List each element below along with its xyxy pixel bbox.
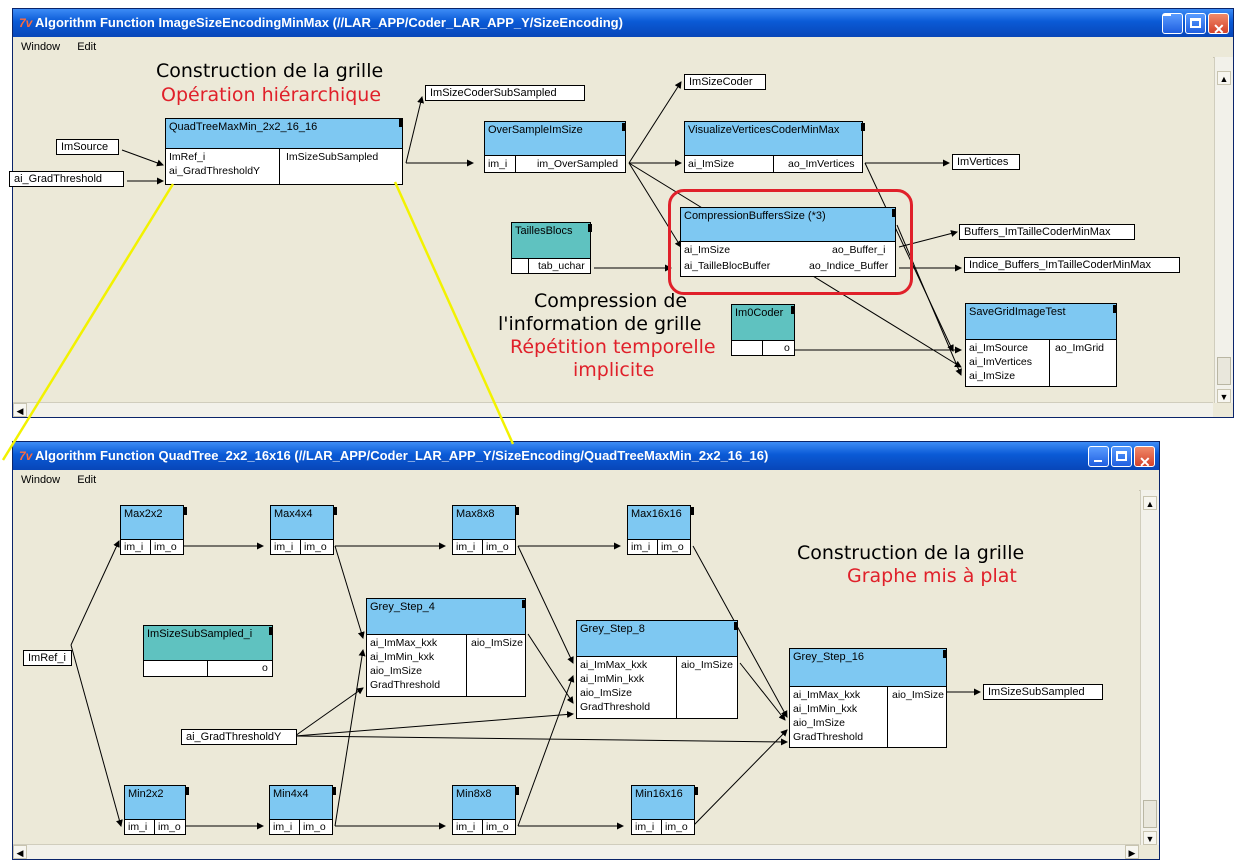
zoom-connector: [1, 181, 515, 461]
